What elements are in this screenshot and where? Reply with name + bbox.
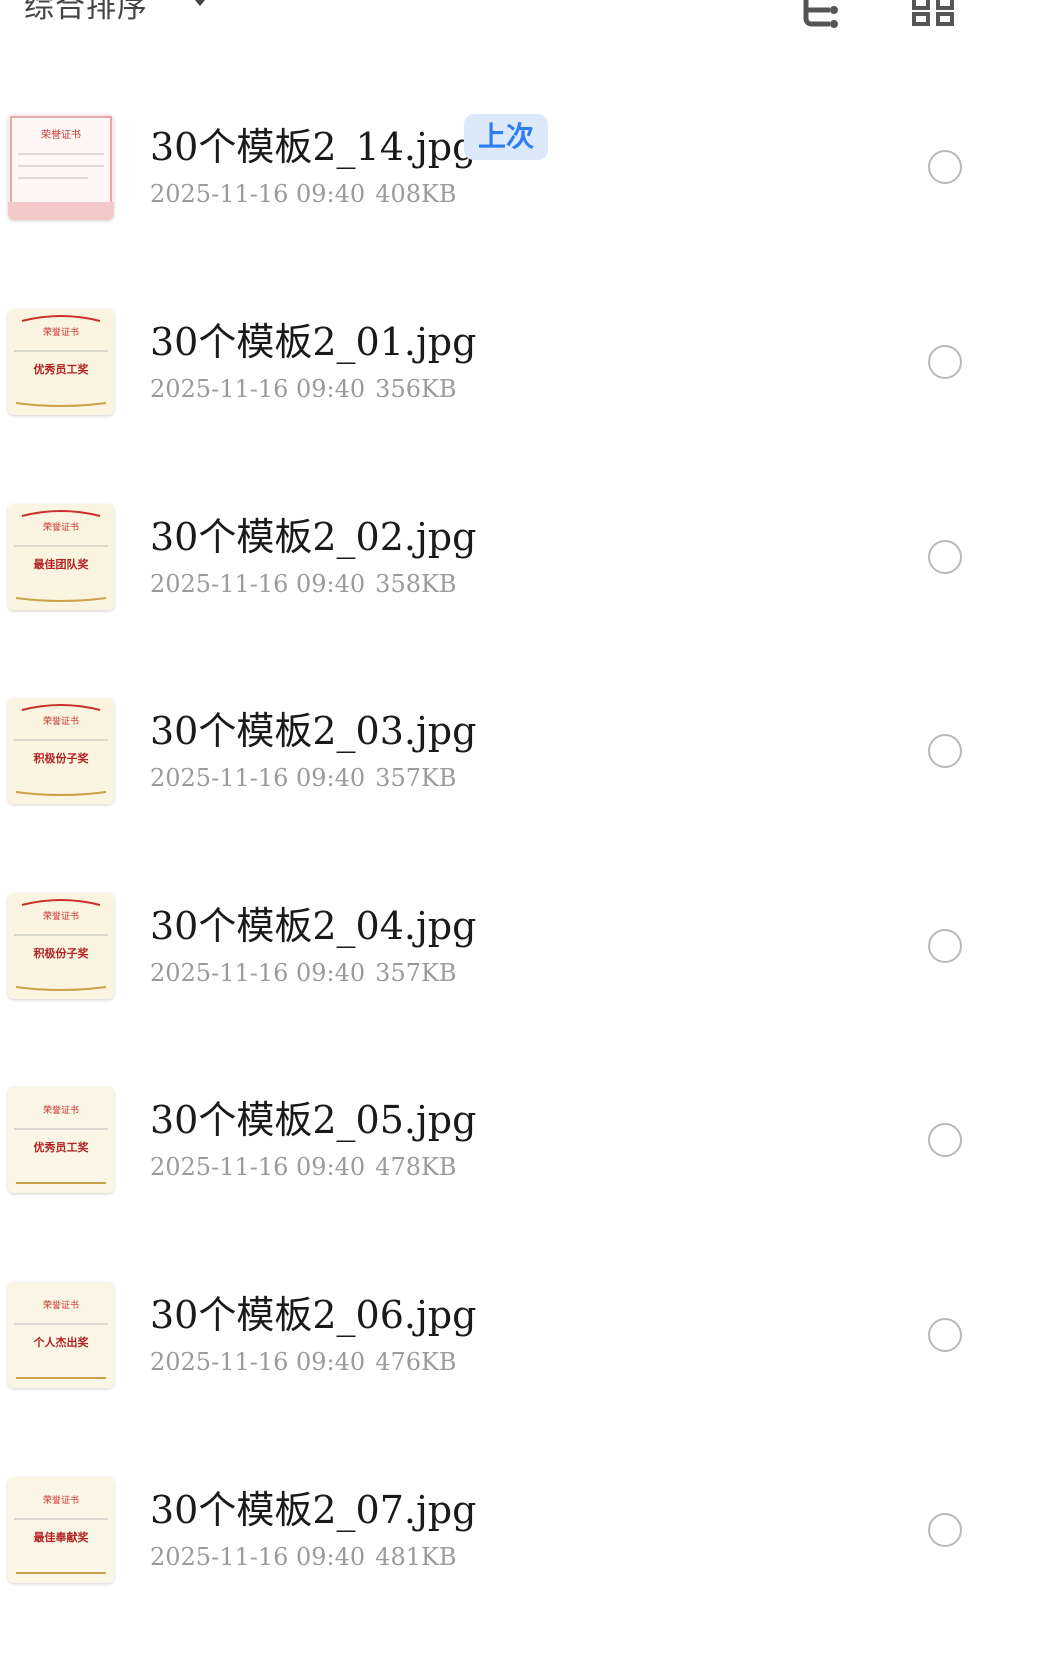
file-size: 478KB [375, 1153, 457, 1181]
certificate-thumbnail: 荣誉证书 最佳奉献奖 [8, 1477, 114, 1583]
thumb-award: 积极份子奖 [34, 751, 90, 765]
thumb-title: 荣誉证书 [43, 910, 79, 922]
file-list-item[interactable]: 荣誉证书 个人杰出奖 30个模板2_06.jpg 2025-11-16 09:4… [0, 1282, 1042, 1476]
select-radio[interactable] [928, 1123, 962, 1157]
select-radio[interactable] [928, 929, 962, 963]
file-meta: 2025-11-16 09:40 481KB [150, 1543, 457, 1571]
file-list-item[interactable]: 荣誉证书 积极份子奖 30个模板2_04.jpg 2025-11-16 09:4… [0, 893, 1042, 1087]
top-toolbar: 综合排序 [0, 0, 1042, 40]
file-size: 357KB [375, 764, 457, 792]
file-meta: 2025-11-16 09:40 356KB [150, 375, 457, 403]
file-list-item[interactable]: 荣誉证书 最佳团队奖 30个模板2_02.jpg 2025-11-16 09:4… [0, 504, 1042, 698]
thumb-award: 个人杰出奖 [33, 1335, 90, 1349]
thumb-award: 积极份子奖 [34, 946, 90, 960]
file-meta: 2025-11-16 09:40 357KB [150, 959, 457, 987]
file-name[interactable]: 30个模板2_05.jpg [150, 1089, 476, 1144]
select-radio[interactable] [928, 150, 962, 184]
certificate-thumbnail: 荣誉证书 积极份子奖 [8, 698, 114, 804]
grid-view-icon[interactable] [910, 0, 958, 34]
thumb-title: 荣誉证书 [43, 1299, 79, 1311]
file-meta: 2025-11-16 09:40 476KB [150, 1348, 457, 1376]
file-list-item[interactable]: 荣誉证书 积极份子奖 30个模板2_03.jpg 2025-11-16 09:4… [0, 698, 1042, 892]
thumb-award: 最佳奉献奖 [34, 1530, 90, 1544]
file-size: 357KB [375, 959, 457, 987]
file-name[interactable]: 30个模板2_07.jpg [150, 1479, 476, 1534]
file-name[interactable]: 30个模板2_02.jpg [150, 506, 476, 561]
file-date: 2025-11-16 09:40 [150, 764, 366, 792]
file-list-item[interactable]: 荣誉证书 优秀员工奖 30个模板2_05.jpg 2025-11-16 09:4… [0, 1087, 1042, 1281]
file-meta: 2025-11-16 09:40 478KB [150, 1153, 457, 1181]
file-meta: 2025-11-16 09:40 358KB [150, 570, 457, 598]
select-radio[interactable] [928, 734, 962, 768]
file-list-item[interactable]: 荣誉证书 最佳奉献奖 30个模板2_07.jpg 2025-11-16 09:4… [0, 1477, 1042, 1671]
file-list-item[interactable]: 荣誉证书 优秀员工奖 30个模板2_01.jpg 2025-11-16 09:4… [0, 309, 1042, 503]
thumb-title: 荣誉证书 [43, 326, 79, 338]
file-date: 2025-11-16 09:40 [150, 959, 366, 987]
file-list-item[interactable]: 荣誉证书 30个模板2_14.jpg 上次 2025-11-16 09:40 40… [0, 114, 1042, 308]
file-date: 2025-11-16 09:40 [150, 180, 366, 208]
certificate-thumbnail: 荣誉证书 个人杰出奖 [8, 1282, 114, 1388]
file-meta: 2025-11-16 09:40 357KB [150, 764, 457, 792]
last-opened-badge: 上次 [464, 114, 549, 160]
file-size: 408KB [375, 180, 457, 208]
file-name[interactable]: 30个模板2_03.jpg [150, 700, 476, 755]
sort-label[interactable]: 综合排序 [24, 0, 148, 26]
thumb-award: 优秀员工奖 [34, 362, 90, 376]
file-date: 2025-11-16 09:40 [150, 570, 366, 598]
file-name[interactable]: 30个模板2_06.jpg [150, 1284, 476, 1339]
file-size: 476KB [375, 1348, 457, 1376]
file-date: 2025-11-16 09:40 [150, 1543, 366, 1571]
sort-dropdown-caret-icon[interactable] [190, 0, 210, 6]
thumb-title: 荣誉证书 [41, 128, 81, 141]
select-radio[interactable] [928, 540, 962, 574]
select-radio[interactable] [928, 1318, 962, 1352]
file-size: 358KB [375, 570, 457, 598]
thumb-award: 最佳团队奖 [34, 557, 90, 571]
thumb-title: 荣誉证书 [43, 1494, 79, 1506]
file-date: 2025-11-16 09:40 [150, 375, 366, 403]
file-date: 2025-11-16 09:40 [150, 1348, 366, 1376]
certificate-thumbnail: 荣誉证书 最佳团队奖 [8, 504, 114, 610]
file-date: 2025-11-16 09:40 [150, 1153, 366, 1181]
tree-view-icon[interactable] [800, 0, 844, 34]
file-meta: 2025-11-16 09:40 408KB [150, 180, 457, 208]
thumb-title: 荣誉证书 [43, 715, 79, 727]
file-size: 481KB [375, 1543, 457, 1571]
file-name[interactable]: 30个模板2_04.jpg [150, 895, 476, 950]
thumb-title: 荣誉证书 [43, 521, 79, 533]
certificate-thumbnail: 荣誉证书 优秀员工奖 [8, 1087, 114, 1193]
certificate-thumbnail: 荣誉证书 优秀员工奖 [8, 309, 114, 415]
file-name[interactable]: 30个模板2_01.jpg [150, 311, 476, 366]
certificate-thumbnail: 荣誉证书 [8, 114, 114, 220]
thumb-award: 优秀员工奖 [34, 1140, 90, 1154]
file-name[interactable]: 30个模板2_14.jpg [150, 116, 476, 171]
file-size: 356KB [375, 375, 457, 403]
thumb-title: 荣誉证书 [43, 1104, 79, 1116]
certificate-thumbnail: 荣誉证书 积极份子奖 [8, 893, 114, 999]
select-radio[interactable] [928, 345, 962, 379]
select-radio[interactable] [928, 1513, 962, 1547]
